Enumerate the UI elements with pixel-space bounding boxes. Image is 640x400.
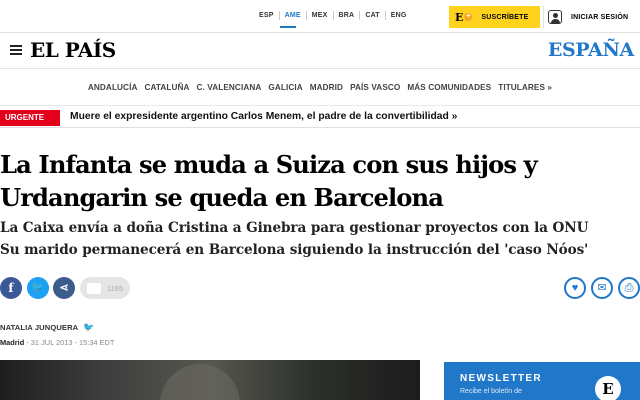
urgent-headline-link[interactable]: Muere el expresidente argentino Carlos M…: [70, 111, 457, 122]
site-header: EL PAÍS ESPAÑA: [0, 33, 640, 69]
el-pais-plus-logo-icon: E +: [455, 10, 473, 24]
edition-eng[interactable]: ENG: [386, 11, 412, 20]
author-name[interactable]: NATALIA JUNQUERA: [0, 323, 78, 332]
edition-mex[interactable]: MEX: [307, 11, 334, 20]
nav-item-valenciana[interactable]: C. VALENCIANA: [197, 83, 262, 92]
plus-logo-dot: +: [464, 13, 473, 21]
urgent-news-bar: URGENTE Muere el expresidente argentino …: [0, 108, 640, 128]
nav-item-madrid[interactable]: MADRID: [310, 83, 343, 92]
twitter-icon: 🐦: [31, 282, 45, 293]
dateline-city: Madrid: [0, 338, 25, 347]
nav-item-cataluna[interactable]: CATALUÑA: [144, 83, 189, 92]
top-bar: ESP AME MEX BRA CAT ENG E + SUSCRÍBETE I…: [0, 0, 640, 33]
article-photo: [0, 360, 420, 400]
comments-button[interactable]: 1165: [80, 277, 130, 299]
share-icon: ⋖: [59, 282, 69, 294]
plus-logo-letter: E: [455, 10, 464, 24]
twitter-share-button[interactable]: 🐦: [27, 277, 49, 299]
nav-item-galicia[interactable]: GALICIA: [268, 83, 302, 92]
edition-selector: ESP AME MEX BRA CAT ENG: [254, 11, 412, 20]
article-subheading-1: La Caixa envía a doña Cristina a Ginebra…: [0, 220, 589, 236]
share-button[interactable]: ⋖: [53, 277, 75, 299]
menu-icon[interactable]: [10, 45, 22, 55]
newsletter-logo-icon: E: [595, 376, 621, 400]
nav-item-mas-comunidades[interactable]: MÁS COMUNIDADES: [407, 83, 491, 92]
facebook-icon: f: [8, 281, 14, 295]
print-button[interactable]: ⎙: [618, 277, 640, 299]
save-button[interactable]: ♥: [564, 277, 586, 299]
nav-item-titulares[interactable]: TITULARES »: [498, 83, 552, 92]
nav-item-andalucia[interactable]: ANDALUCÍA: [88, 83, 138, 92]
urgent-badge: URGENTE: [0, 110, 60, 126]
regions-nav: ANDALUCÍA CATALUÑA C. VALENCIANA GALICIA…: [0, 70, 640, 106]
article-subheading-2: Su marido permanecerá en Barcelona sigui…: [0, 242, 589, 258]
nav-item-pais-vasco[interactable]: PAÍS VASCO: [350, 83, 400, 92]
heart-icon: ♥: [571, 282, 579, 294]
dateline-date: - 31 JUL 2013 - 15:34 EDT: [24, 338, 115, 347]
print-icon: ⎙: [624, 282, 634, 294]
newsletter-title: NEWSLETTER: [460, 373, 542, 384]
edition-bra[interactable]: BRA: [334, 11, 361, 20]
subscribe-label: SUSCRÍBETE: [481, 13, 529, 21]
active-edition-indicator: [280, 26, 296, 28]
comments-count: 1165: [107, 283, 124, 293]
email-button[interactable]: ✉: [591, 277, 613, 299]
edition-ame[interactable]: AME: [280, 11, 307, 20]
author-twitter-icon[interactable]: 🐦: [83, 322, 94, 333]
login-label: INICIAR SESIÓN: [571, 13, 629, 21]
user-icon: [548, 10, 562, 24]
article-title: La Infanta se muda a Suiza con sus hijos…: [0, 150, 538, 212]
newsletter-text: Recibe el boletín de: [460, 388, 522, 395]
facebook-share-button[interactable]: f: [0, 277, 22, 299]
newsletter-box[interactable]: NEWSLETTER Recibe el boletín de E: [444, 362, 640, 400]
edition-name[interactable]: ESPAÑA: [548, 39, 634, 61]
author-byline: NATALIA JUNQUERA 🐦: [0, 322, 95, 333]
article-dateline: Madrid - 31 JUL 2013 - 15:34 EDT: [0, 338, 114, 347]
mail-icon: ✉: [597, 282, 607, 294]
subscribe-button[interactable]: E + SUSCRÍBETE: [449, 6, 540, 28]
share-bar: f 🐦 ⋖ 1165 ♥ ✉ ⎙: [0, 276, 640, 300]
login-button[interactable]: INICIAR SESIÓN: [543, 6, 640, 28]
site-logo[interactable]: EL PAÍS: [30, 38, 116, 62]
edition-cat[interactable]: CAT: [360, 11, 386, 20]
comment-bubble-icon: [87, 282, 101, 294]
edition-esp[interactable]: ESP: [254, 11, 280, 20]
